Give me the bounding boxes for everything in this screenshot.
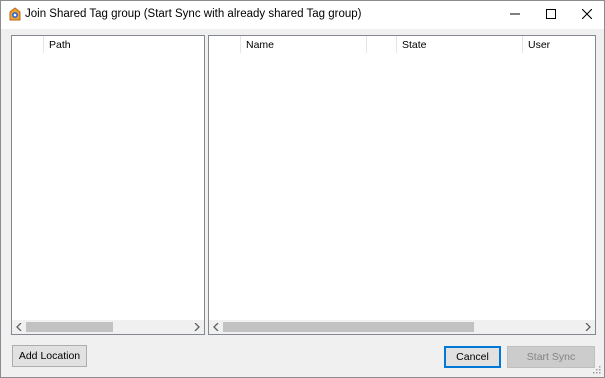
column-header-empty-2[interactable]	[367, 36, 396, 53]
maximize-button[interactable]	[533, 1, 569, 27]
resize-grip-icon[interactable]	[593, 366, 601, 374]
scroll-right-button[interactable]	[581, 320, 595, 334]
column-header-name[interactable]: Name	[241, 36, 366, 53]
scroll-left-button[interactable]	[209, 320, 223, 334]
chevron-left-icon	[16, 323, 22, 331]
chevron-left-icon	[213, 323, 219, 331]
chevron-right-icon	[194, 323, 200, 331]
horizontal-scrollbar[interactable]	[209, 320, 595, 334]
column-header-empty[interactable]	[209, 36, 240, 53]
horizontal-scrollbar[interactable]	[12, 320, 204, 334]
minimize-icon	[510, 13, 520, 15]
add-location-button[interactable]: Add Location	[12, 345, 87, 367]
tag-group-list-header: Name State User	[209, 36, 595, 53]
title-bar: Join Shared Tag group (Start Sync with a…	[1, 1, 604, 29]
column-header-empty[interactable]	[12, 36, 43, 53]
location-list-header: Path	[12, 36, 204, 53]
column-header-user[interactable]: User	[523, 36, 595, 53]
scrollbar-thumb[interactable]	[223, 322, 474, 332]
close-icon	[582, 9, 592, 19]
scroll-right-button[interactable]	[190, 320, 204, 334]
scroll-left-button[interactable]	[12, 320, 26, 334]
cancel-button[interactable]: Cancel	[444, 346, 501, 368]
maximize-icon	[546, 9, 556, 19]
app-icon	[9, 7, 21, 21]
location-list[interactable]: Path	[11, 35, 205, 335]
column-header-path[interactable]: Path	[44, 36, 204, 53]
dialog-window: Join Shared Tag group (Start Sync with a…	[0, 0, 605, 378]
minimize-button[interactable]	[497, 1, 533, 27]
window-title: Join Shared Tag group (Start Sync with a…	[25, 8, 362, 20]
scrollbar-thumb[interactable]	[26, 322, 113, 332]
tag-group-list[interactable]: Name State User	[208, 35, 596, 335]
close-button[interactable]	[569, 1, 605, 27]
start-sync-button[interactable]: Start Sync	[507, 346, 595, 368]
chevron-right-icon	[585, 323, 591, 331]
column-header-state[interactable]: State	[397, 36, 522, 53]
